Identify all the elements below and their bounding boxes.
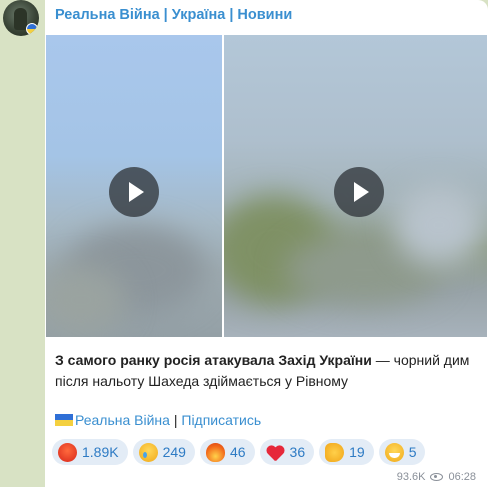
reaction-thumbs-up[interactable]: 19: [319, 439, 374, 465]
soldier-silhouette: [14, 8, 27, 30]
sad-face-icon: [138, 442, 158, 462]
view-count: 93.6K: [396, 471, 426, 483]
play-icon[interactable]: [109, 167, 159, 217]
thumbs-up-icon: [325, 442, 345, 462]
fire-icon: [205, 442, 225, 462]
channel-avatar[interactable]: [3, 0, 39, 36]
reaction-grin[interactable]: 5: [378, 439, 426, 465]
reaction-count: 19: [349, 444, 365, 460]
message-bubble: Реальна Війна | Україна | Новини З самог…: [45, 0, 488, 487]
reaction-count: 1.89K: [82, 444, 119, 460]
angry-face-icon: [58, 442, 77, 462]
reaction-count: 5: [408, 444, 417, 460]
heart-icon: [266, 443, 285, 462]
reaction-count: 249: [162, 444, 186, 460]
channel-title[interactable]: Реальна Війна | Україна | Новини: [55, 7, 292, 23]
subscribe-link[interactable]: Підписатись: [181, 412, 261, 428]
signature-separator: |: [169, 412, 182, 428]
post-text: З самого ранку росія атакувала Захід Укр…: [55, 350, 483, 392]
reaction-count: 36: [289, 444, 306, 460]
video-thumbnail-1[interactable]: [46, 35, 222, 337]
reaction-count: 46: [229, 444, 246, 460]
reactions-bar: 1.89K 249 46 36 19 5: [52, 439, 426, 465]
reaction-angry[interactable]: 1.89K: [52, 439, 128, 465]
ukraine-flag-icon: [55, 414, 73, 426]
video-thumbnail-2[interactable]: [224, 35, 487, 337]
eye-icon: [430, 473, 444, 481]
message-time: 06:28: [448, 471, 476, 483]
reaction-sad[interactable]: 249: [132, 439, 195, 465]
play-icon[interactable]: [334, 167, 384, 217]
ukraine-flag-icon: [26, 23, 38, 35]
media-grid: [46, 35, 487, 337]
message-meta: 93.6K 06:28: [397, 471, 476, 483]
reaction-fire[interactable]: 46: [199, 439, 255, 465]
post-lead: З самого ранку росія атакувала Захід Укр…: [55, 352, 372, 368]
grinning-face-icon: [384, 442, 404, 462]
reaction-heart[interactable]: 36: [259, 439, 315, 465]
post-signature: Реальна Війна | Підписатись: [55, 412, 261, 428]
channel-link[interactable]: Реальна Війна: [75, 412, 170, 428]
